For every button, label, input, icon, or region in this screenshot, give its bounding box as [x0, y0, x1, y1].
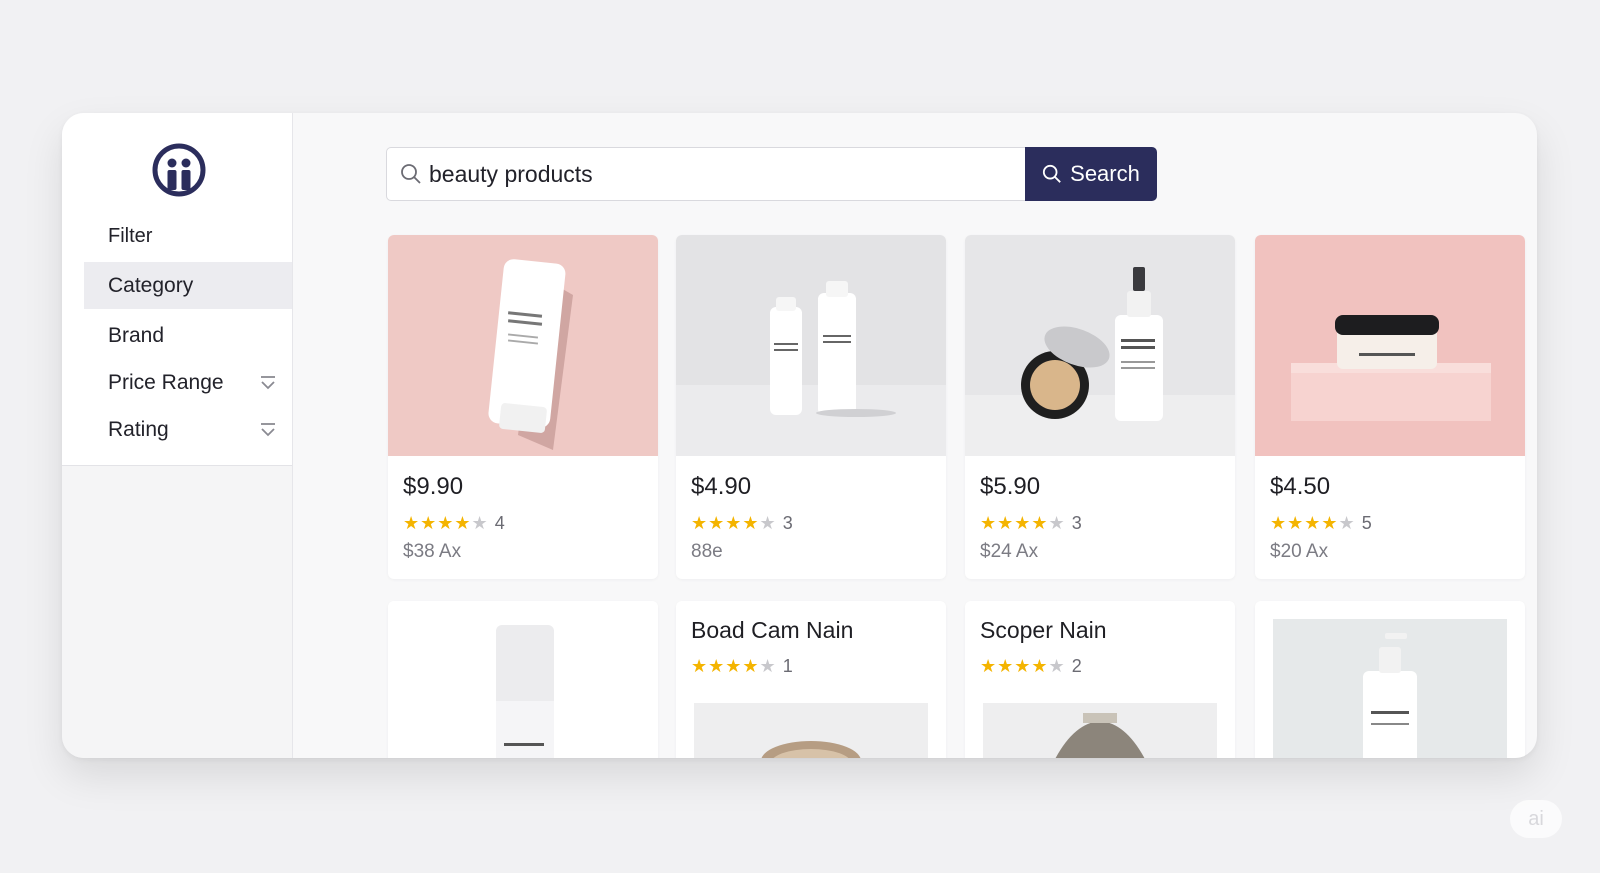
star-rating-icon: ★★★★★ [403, 513, 489, 533]
rating-row: ★★★★★ 1 [691, 656, 793, 677]
product-image [1273, 619, 1507, 758]
rating-row: ★★★★★ 5 [1270, 513, 1372, 534]
filter-panel: Filter Category Brand Price Range Rating [62, 113, 292, 466]
star-rating-icon: ★★★★★ [980, 656, 1066, 676]
rating-row: ★★★★★ 2 [980, 656, 1082, 677]
rating-row: ★★★★★ 4 [403, 513, 505, 534]
star-rating-icon: ★★★★★ [691, 513, 777, 533]
search-icon [401, 164, 421, 184]
product-price: $5.90 [980, 473, 1041, 500]
product-price: $9.90 [403, 473, 464, 500]
rating-row: ★★★★★ 3 [691, 513, 793, 534]
product-image [388, 235, 658, 456]
sidebar-item-brand[interactable]: Brand [84, 312, 292, 359]
app-window: Filter Category Brand Price Range Rating [62, 113, 1537, 758]
product-card[interactable]: $4.90 ★★★★★ 3 88e [676, 235, 946, 579]
product-card[interactable]: Scoper Nain ★★★★★ 2 [965, 601, 1235, 758]
product-image [694, 703, 928, 758]
sidebar: Filter Category Brand Price Range Rating [62, 113, 293, 758]
product-subtext: $38 Ax [403, 541, 462, 562]
chevron-down-icon[interactable] [258, 373, 278, 393]
rating-count: 1 [782, 656, 793, 676]
brand-logo-icon [152, 143, 206, 197]
product-subtext: $20 Ax [1270, 541, 1329, 562]
rating-count: 3 [1071, 513, 1082, 533]
product-card[interactable]: $4.50 ★★★★★ 5 $20 Ax [1255, 235, 1525, 579]
sidebar-item-category[interactable]: Category [84, 262, 292, 309]
product-card[interactable]: Boad Cam Nain ★★★★★ 1 [676, 601, 946, 758]
chevron-down-icon[interactable] [258, 420, 278, 440]
sidebar-item-label: Rating [108, 418, 169, 441]
star-rating-icon: ★★★★★ [1270, 513, 1356, 533]
product-subtext: $24 Ax [980, 541, 1039, 562]
search-input[interactable] [429, 148, 1009, 200]
product-image [965, 235, 1235, 456]
rating-count: 4 [494, 513, 505, 533]
product-title: Scoper Nain [980, 617, 1107, 643]
product-image [983, 703, 1217, 758]
sidebar-item-rating[interactable]: Rating [84, 406, 292, 453]
search-button-label: Search [1070, 161, 1140, 186]
search-icon [1043, 164, 1061, 183]
rating-count: 5 [1361, 513, 1372, 533]
search-box[interactable] [386, 147, 1026, 201]
product-image [1255, 235, 1525, 456]
product-title: Boad Cam Nain [691, 617, 854, 643]
star-rating-icon: ★★★★★ [691, 656, 777, 676]
product-price: $4.50 [1270, 473, 1331, 500]
main-content: Search $9.90 ★★★★★ 4 $38 Ax [294, 113, 1537, 758]
product-subtext: 88e [691, 541, 723, 562]
rating-count: 3 [782, 513, 793, 533]
rating-count: 2 [1071, 656, 1082, 676]
sidebar-item-label: Price Range [108, 371, 224, 394]
product-card[interactable]: $5.90 ★★★★★ 3 $24 Ax [965, 235, 1235, 579]
rating-row: ★★★★★ 3 [980, 513, 1082, 534]
product-image [388, 601, 658, 758]
watermark: ai [1510, 800, 1562, 838]
product-price: $4.90 [691, 473, 752, 500]
product-card[interactable] [1255, 601, 1525, 758]
search-button[interactable]: Search [1025, 147, 1157, 201]
sidebar-item-label: Brand [108, 324, 165, 347]
product-card[interactable]: $9.90 ★★★★★ 4 $38 Ax [388, 235, 658, 579]
sidebar-item-label: Category [108, 274, 194, 297]
product-card[interactable] [388, 601, 658, 758]
star-rating-icon: ★★★★★ [980, 513, 1066, 533]
product-image [676, 235, 946, 456]
sidebar-item-price-range[interactable]: Price Range [84, 359, 292, 406]
filter-title: Filter [108, 225, 153, 247]
